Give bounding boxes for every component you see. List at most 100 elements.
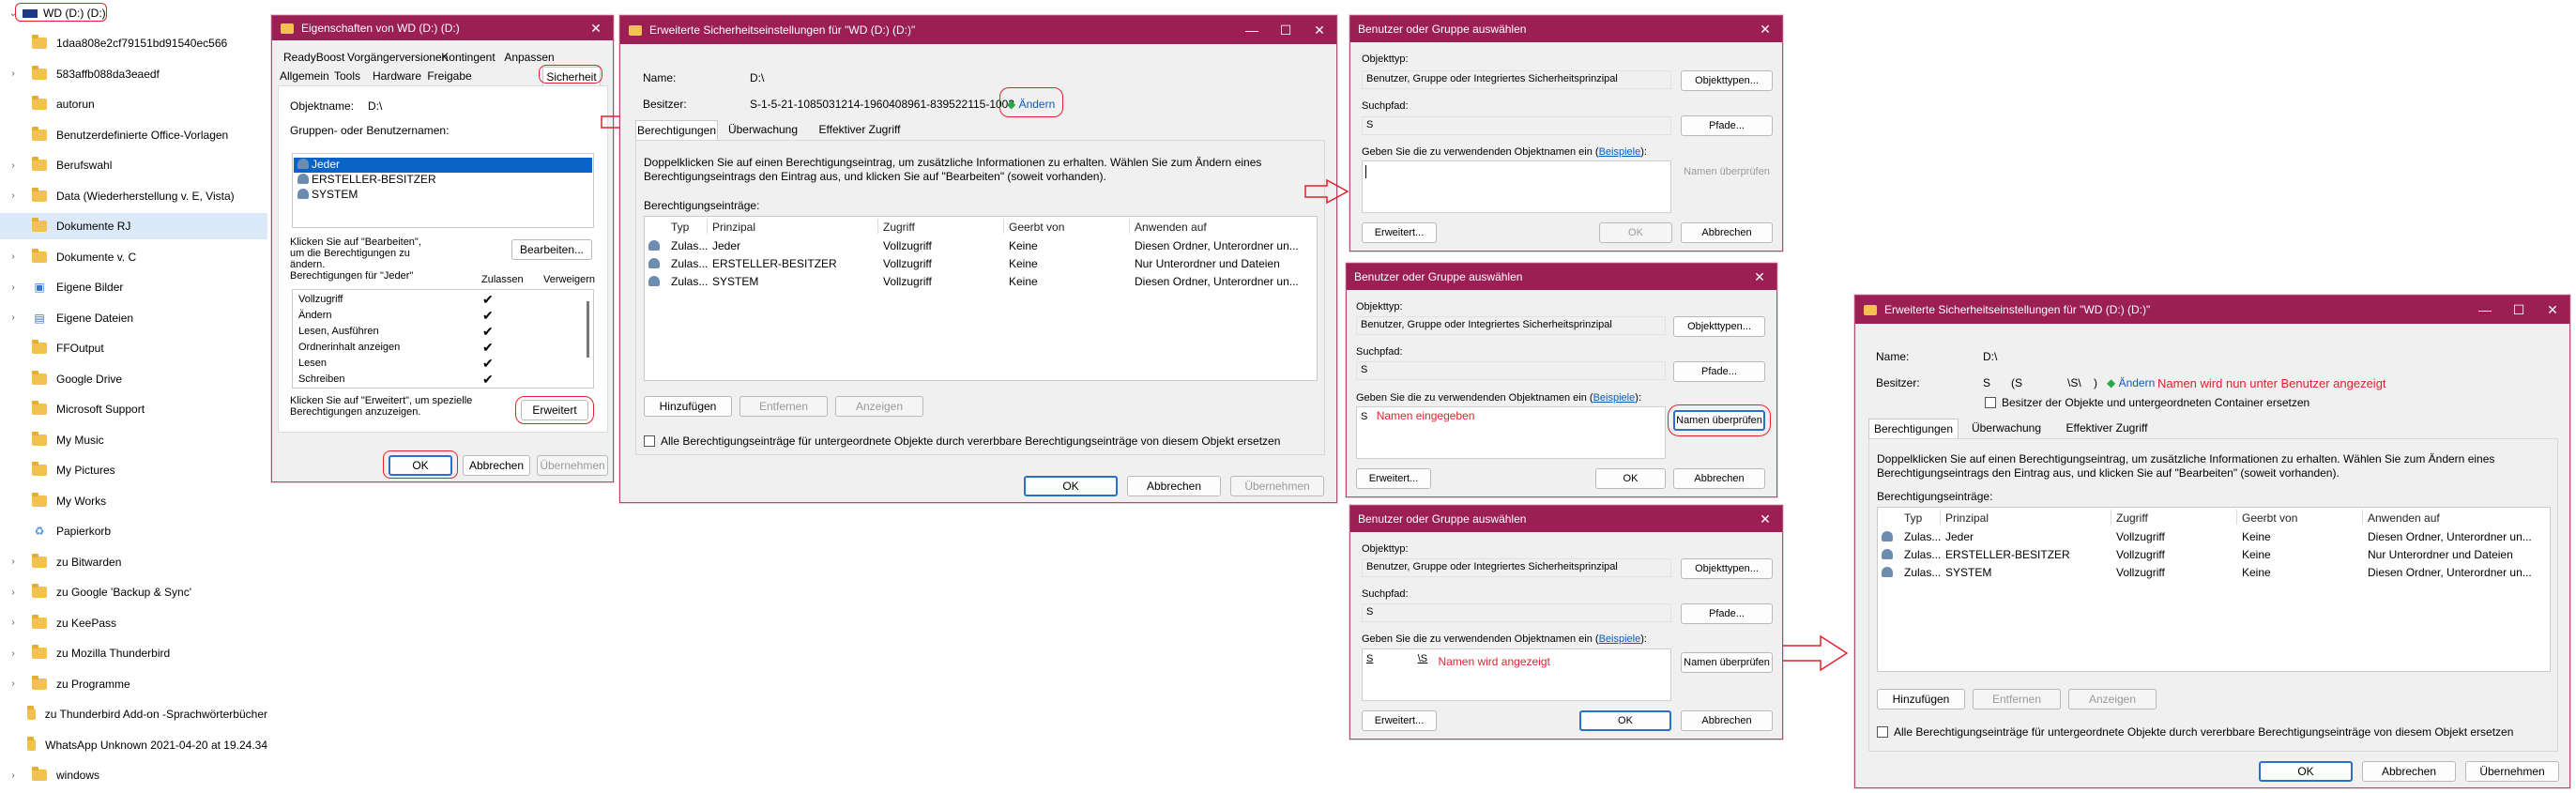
view-button[interactable]: Anzeigen <box>835 396 923 417</box>
cancel-button[interactable]: Abbrechen <box>1681 222 1773 243</box>
object-names-input[interactable]: S \S Namen wird angezeigt <box>1362 648 1671 701</box>
check-names-button[interactable]: Namen überprüfen <box>1681 166 1773 177</box>
cancel-button[interactable]: Abbrechen <box>463 455 530 476</box>
tree-item[interactable]: Microsoft Support <box>0 396 267 422</box>
view-button[interactable]: Anzeigen <box>2068 689 2157 709</box>
apply-button[interactable]: Übernehmen <box>2465 761 2559 782</box>
replace-owner-checkbox[interactable] <box>1985 397 1996 408</box>
examples-link[interactable]: Beispiele <box>1599 633 1641 645</box>
tab-0[interactable]: Berechtigungen <box>635 120 718 141</box>
tab-0[interactable]: ReadyBoost <box>283 48 344 65</box>
tree-item[interactable]: zu Thunderbird Add-on -Sprachwörterbüche… <box>0 701 267 727</box>
ok-button[interactable]: OK <box>1579 710 1671 731</box>
close-icon[interactable]: ✕ <box>1748 506 1782 532</box>
tree-item[interactable]: › Dokumente v. C <box>0 244 267 270</box>
close-icon[interactable]: ✕ <box>1303 16 1336 44</box>
chevron-right-icon[interactable]: › <box>8 191 19 201</box>
apply-button[interactable]: Übernehmen <box>537 455 608 476</box>
column-header[interactable]: Geerbt von <box>1009 221 1064 234</box>
tree-item[interactable]: › ▤ Eigene Dateien <box>0 305 267 331</box>
advanced-button[interactable]: Erweitert... <box>1356 468 1431 489</box>
user-row[interactable]: SYSTEM <box>294 188 592 203</box>
examples-link[interactable]: Beispiele <box>1593 392 1636 404</box>
add-button[interactable]: Hinzufügen <box>1877 689 1965 709</box>
cancel-button[interactable]: Abbrechen <box>1673 468 1765 489</box>
table-row[interactable]: Zulas... ERSTELLER-BESITZER Vollzugriff Kei… <box>1880 546 2548 563</box>
object-names-input[interactable] <box>1362 160 1671 213</box>
table-row[interactable]: Zulas... Jeder Vollzugriff Keine Diesen Ordn… <box>1880 528 2548 545</box>
apply-button[interactable]: Übernehmen <box>1230 476 1324 496</box>
users-list[interactable]: Jeder ERSTELLER-BESITZER SYSTEM <box>292 153 594 228</box>
maximize-icon[interactable]: ☐ <box>1269 16 1303 44</box>
close-icon[interactable]: ✕ <box>1748 16 1782 42</box>
column-header[interactable]: Prinzipal <box>1945 511 1989 525</box>
ok-button[interactable]: OK <box>2259 761 2353 782</box>
tab-3[interactable]: Freigabe <box>426 67 473 85</box>
chevron-right-icon[interactable]: › <box>8 160 19 171</box>
tab-1[interactable]: Tools <box>327 67 368 85</box>
chevron-right-icon[interactable]: › <box>8 770 19 781</box>
locations-button[interactable]: Pfade... <box>1681 115 1773 136</box>
replace-checkbox[interactable] <box>1877 726 1888 738</box>
tab-0[interactable]: Allgemein <box>280 67 329 85</box>
scrollbar[interactable] <box>587 301 589 358</box>
tree-item[interactable]: Benutzerdefinierte Office-Vorlagen <box>0 122 267 148</box>
add-button[interactable]: Hinzufügen <box>644 396 732 417</box>
tree-root[interactable]: ⌄ WD (D:) (D:) <box>0 0 267 26</box>
column-header[interactable]: Anwenden auf <box>2368 511 2440 525</box>
object-types-button[interactable]: Objekttypen... <box>1681 70 1773 91</box>
close-icon[interactable]: ✕ <box>2536 296 2569 324</box>
close-icon[interactable]: ✕ <box>1743 264 1776 290</box>
cancel-button[interactable]: Abbrechen <box>1127 476 1221 496</box>
tree-item[interactable]: › windows <box>0 762 267 788</box>
change-owner-link[interactable]: ◆ Ändern <box>2107 376 2155 389</box>
table-row[interactable]: Zulas... Jeder Vollzugriff Keine Diesen Ordn… <box>647 237 1315 254</box>
tree-item[interactable]: My Works <box>0 488 267 514</box>
tree-item[interactable]: › 583affb088da3eaedf <box>0 61 267 87</box>
tab-0[interactable]: Berechtigungen <box>1868 419 1959 439</box>
column-header[interactable]: Typ <box>671 221 689 234</box>
tree-item[interactable]: ♻ Papierkorb <box>0 518 267 544</box>
tab-2[interactable]: Hardware <box>370 67 424 85</box>
remove-button[interactable]: Entfernen <box>739 396 828 417</box>
user-row[interactable]: ERSTELLER-BESITZER <box>294 173 592 188</box>
tab-2[interactable]: Effektiver Zugriff <box>808 120 911 141</box>
permission-entries-grid[interactable]: Typ Prinzipal Zugriff Geerbt von Anwenden au… <box>644 216 1318 381</box>
tree-item[interactable]: FFOutput <box>0 335 267 361</box>
tree-item[interactable]: My Music <box>0 427 267 453</box>
table-row[interactable]: Zulas... SYSTEM Vollzugriff Keine Diesen Ord… <box>1880 564 2548 581</box>
ok-button[interactable]: OK <box>1599 222 1672 243</box>
locations-button[interactable]: Pfade... <box>1681 603 1773 624</box>
minimize-icon[interactable]: — <box>1235 16 1269 44</box>
object-types-button[interactable]: Objekttypen... <box>1673 316 1765 337</box>
tree-item[interactable]: › zu Bitwarden <box>0 549 267 575</box>
tab-1[interactable]: Vorgängerversionen <box>347 48 448 65</box>
permissions-list[interactable]: Vollzugriff ✔ Ändern ✔ Lesen, Ausführen ✔ Ordn… <box>292 289 594 389</box>
chevron-right-icon[interactable]: › <box>8 557 19 567</box>
tree-item[interactable]: › Berufswahl <box>0 152 267 178</box>
column-header[interactable]: Typ <box>1904 511 1922 525</box>
remove-button[interactable]: Entfernen <box>1973 689 2061 709</box>
table-row[interactable]: Zulas... ERSTELLER-BESITZER Vollzugriff Kei… <box>647 255 1315 272</box>
column-header[interactable]: Anwenden auf <box>1135 221 1207 234</box>
tab-1[interactable]: Überwachung <box>1960 419 2052 439</box>
tree-item[interactable]: autorun <box>0 91 267 117</box>
tree-item[interactable]: Google Drive <box>0 366 267 392</box>
tree-item[interactable]: 1daa808e2cf79151bd91540ec566 <box>0 30 267 56</box>
tree-item[interactable]: › zu Programme <box>0 671 267 697</box>
cancel-button[interactable]: Abbrechen <box>2362 761 2456 782</box>
table-row[interactable]: Zulas... SYSTEM Vollzugriff Keine Diesen Ord… <box>647 273 1315 290</box>
chevron-right-icon[interactable]: › <box>8 69 19 79</box>
chevron-right-icon[interactable]: › <box>8 282 19 293</box>
tree-item[interactable]: My Pictures <box>0 457 267 483</box>
tree-item[interactable]: › zu Mozilla Thunderbird <box>0 640 267 666</box>
column-header[interactable]: Prinzipal <box>712 221 755 234</box>
tree-item[interactable]: WhatsApp Unknown 2021-04-20 at 19.24.34 <box>0 732 267 758</box>
edit-button[interactable]: Bearbeiten... <box>511 239 592 260</box>
object-names-input[interactable]: S Namen eingegeben <box>1356 406 1666 459</box>
locations-button[interactable]: Pfade... <box>1673 361 1765 382</box>
tab-2[interactable]: Kontingent <box>439 48 497 65</box>
check-names-button[interactable]: Namen überprüfen <box>1681 652 1773 673</box>
tree-item[interactable]: › zu KeePass <box>0 610 267 636</box>
user-row[interactable]: Jeder <box>294 158 592 173</box>
